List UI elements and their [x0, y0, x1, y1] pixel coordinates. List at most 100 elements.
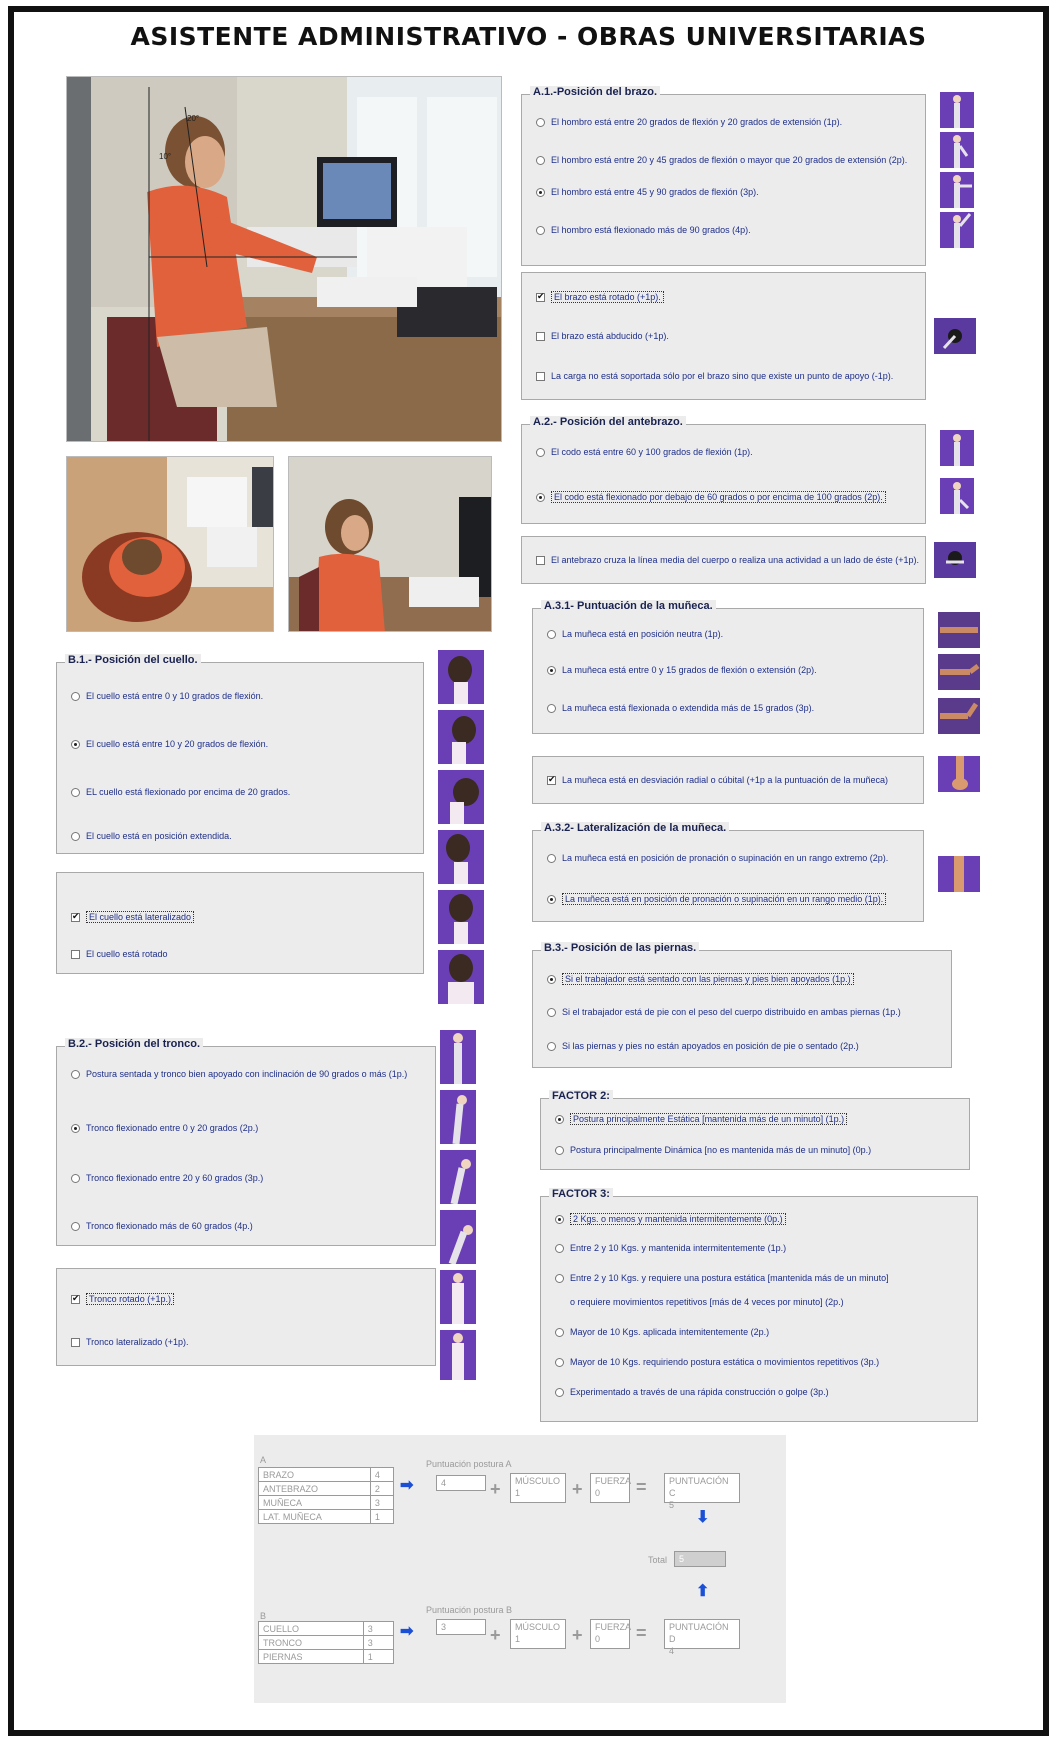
factor2-title: FACTOR 2:	[549, 1090, 613, 1102]
b2-option-2[interactable]: Tronco flexionado entre 0 y 20 grados (2…	[71, 1123, 258, 1133]
radio[interactable]	[71, 691, 80, 701]
a2-option-1[interactable]: El codo está entre 60 y 100 grados de fl…	[536, 447, 753, 457]
checkbox[interactable]	[71, 911, 80, 922]
total-label: Total	[648, 1555, 668, 1565]
b2-check-rotated[interactable]: Tronco rotado (+1p.)	[71, 1293, 174, 1305]
radio[interactable]	[555, 1243, 564, 1253]
a31-option-1[interactable]: La muñeca está en posición neutra (1p).	[547, 629, 723, 639]
radio[interactable]	[547, 1041, 556, 1051]
a1-check-support[interactable]: La carga no está soportada sólo por el b…	[536, 371, 893, 381]
wrist-extension-icon	[938, 698, 980, 734]
neck-posture-icon-4	[438, 830, 484, 884]
factor3-option-2[interactable]: Entre 2 y 10 Kgs. y mantenida intermiten…	[555, 1243, 786, 1253]
a32-option-2[interactable]: La muñeca está en posición de pronación …	[547, 893, 887, 905]
b1-option-3[interactable]: EL cuello está flexionado por encima de …	[71, 787, 290, 797]
table-row: BRAZO 4	[258, 1467, 395, 1482]
wrist-deviation-icon	[938, 756, 980, 792]
a1-check-abducted[interactable]: El brazo está abducido (+1p).	[536, 331, 669, 341]
checkbox[interactable]	[547, 774, 556, 785]
radio[interactable]	[555, 1387, 564, 1397]
radio[interactable]	[555, 1114, 564, 1124]
b2-check-lateral[interactable]: Tronco lateralizado (+1p).	[71, 1337, 188, 1347]
radio[interactable]	[547, 853, 556, 863]
radio[interactable]	[71, 1173, 80, 1183]
force-b-field: FUERZA 0	[590, 1619, 631, 1649]
checkbox[interactable]	[536, 291, 545, 302]
factor2-option-2[interactable]: Postura principalmente Dinámica [no es m…	[555, 1145, 871, 1155]
b2-option-3[interactable]: Tronco flexionado entre 20 y 60 grados (…	[71, 1173, 263, 1183]
radio[interactable]	[536, 155, 545, 165]
radio[interactable]	[555, 1327, 564, 1337]
b3-option-2[interactable]: Si el trabajador está de pie con el peso…	[547, 1007, 901, 1017]
radio[interactable]	[71, 787, 80, 797]
radio[interactable]	[71, 1069, 80, 1079]
a2-option-2[interactable]: El codo está flexionado por debajo de 60…	[536, 491, 886, 503]
neck-lateral-icon	[438, 890, 484, 944]
a1-option-3[interactable]: El hombro está entre 45 y 90 grados de f…	[536, 187, 759, 197]
checkbox[interactable]	[71, 949, 80, 959]
radio[interactable]	[547, 894, 556, 904]
factor3-option-4[interactable]: Mayor de 10 Kgs. aplicada intemitentemen…	[555, 1327, 769, 1337]
radio[interactable]	[536, 225, 545, 235]
b2-title: B.2.- Posición del tronco.	[65, 1038, 204, 1050]
score-calculation-panel: A BRAZO 4 ANTEBRAZO 2 MUÑECA 3 LAT. MUÑECA 1…	[254, 1435, 786, 1703]
table-row: CUELLO 3	[258, 1621, 395, 1636]
b3-title: B.3.- Posición de las piernas.	[541, 942, 700, 954]
radio[interactable]	[536, 492, 545, 502]
a2-check-midline[interactable]: El antebrazo cruza la línea media del cu…	[536, 555, 919, 565]
factor3-option-3[interactable]: Entre 2 y 10 Kgs. y requiere una postura…	[555, 1273, 889, 1283]
checkbox[interactable]	[536, 331, 545, 341]
factor3-option-6[interactable]: Experimentado a través de una rápida con…	[555, 1387, 829, 1397]
a1-option-4[interactable]: El hombro está flexionado más de 90 grad…	[536, 225, 751, 235]
trunk-rotated-icon	[440, 1270, 476, 1324]
a1-option-2[interactable]: El hombro está entre 20 y 45 grados de f…	[536, 155, 907, 165]
b3-option-1[interactable]: Si el trabajador está sentado con las pi…	[547, 973, 854, 985]
a31-option-2[interactable]: La muñeca está entre 0 y 15 grados de fl…	[547, 665, 817, 675]
radio[interactable]	[547, 629, 556, 639]
radio[interactable]	[555, 1214, 564, 1224]
b1-check-rotated[interactable]: El cuello está rotado	[71, 949, 168, 959]
neck-posture-icon-3	[438, 770, 484, 824]
a32-option-1[interactable]: La muñeca está en posición de pronación …	[547, 853, 888, 863]
main-photo: 20° 10°	[66, 76, 502, 442]
radio[interactable]	[547, 974, 556, 984]
radio[interactable]	[536, 447, 545, 457]
factor2-option-1[interactable]: Postura principalmente Estática [manteni…	[555, 1113, 848, 1125]
b2-option-4[interactable]: Tronco flexionado más de 60 grados (4p.)	[71, 1221, 253, 1231]
radio[interactable]	[536, 187, 545, 197]
radio[interactable]	[71, 1221, 80, 1231]
b3-option-3[interactable]: Si las piernas y pies no están apoyados …	[547, 1041, 859, 1051]
radio[interactable]	[547, 1007, 556, 1017]
factor3-option-5[interactable]: Mayor de 10 Kgs. requiriendo postura est…	[555, 1357, 879, 1367]
b2-option-1[interactable]: Postura sentada y tronco bien apoyado co…	[71, 1069, 407, 1079]
checkbox[interactable]	[536, 555, 545, 565]
radio[interactable]	[555, 1145, 564, 1155]
radio[interactable]	[555, 1273, 564, 1283]
a31-option-3[interactable]: La muñeca está flexionada o extendida má…	[547, 703, 814, 713]
radio[interactable]	[547, 665, 556, 675]
table-row: TRONCO 3	[258, 1635, 395, 1650]
checkbox[interactable]	[536, 371, 545, 381]
b1-option-4[interactable]: El cuello está en posición extendida.	[71, 831, 232, 841]
radio[interactable]	[71, 831, 80, 841]
a1-option-1[interactable]: El hombro está entre 20 grados de flexió…	[536, 117, 842, 127]
radio[interactable]	[71, 1123, 80, 1133]
radio[interactable]	[555, 1357, 564, 1367]
equals-icon: =	[636, 1477, 647, 1497]
a1-check-rotated[interactable]: El brazo está rotado (+1p).	[536, 291, 664, 303]
checkbox[interactable]	[71, 1293, 80, 1304]
a31-check-deviation[interactable]: La muñeca está en desviación radial o cú…	[547, 774, 888, 785]
factor3-option-1[interactable]: 2 Kgs. o menos y mantenida intermitentem…	[555, 1213, 786, 1225]
wrist-rotation-icon	[938, 856, 980, 892]
radio[interactable]	[536, 117, 545, 127]
angle-label-1: 20°	[187, 114, 199, 123]
total-value: 5	[674, 1551, 726, 1567]
checkbox[interactable]	[71, 1337, 80, 1347]
radio[interactable]	[547, 703, 556, 713]
a2-check-group: El antebrazo cruza la línea media del cu…	[521, 536, 926, 584]
b1-check-lateral[interactable]: El cuello está lateralizado	[71, 911, 195, 923]
radio[interactable]	[71, 739, 80, 749]
angle-label-2: 10°	[159, 152, 171, 161]
b1-option-2[interactable]: El cuello está entre 10 y 20 grados de f…	[71, 739, 268, 749]
b1-option-1[interactable]: El cuello está entre 0 y 10 grados de fl…	[71, 691, 263, 701]
